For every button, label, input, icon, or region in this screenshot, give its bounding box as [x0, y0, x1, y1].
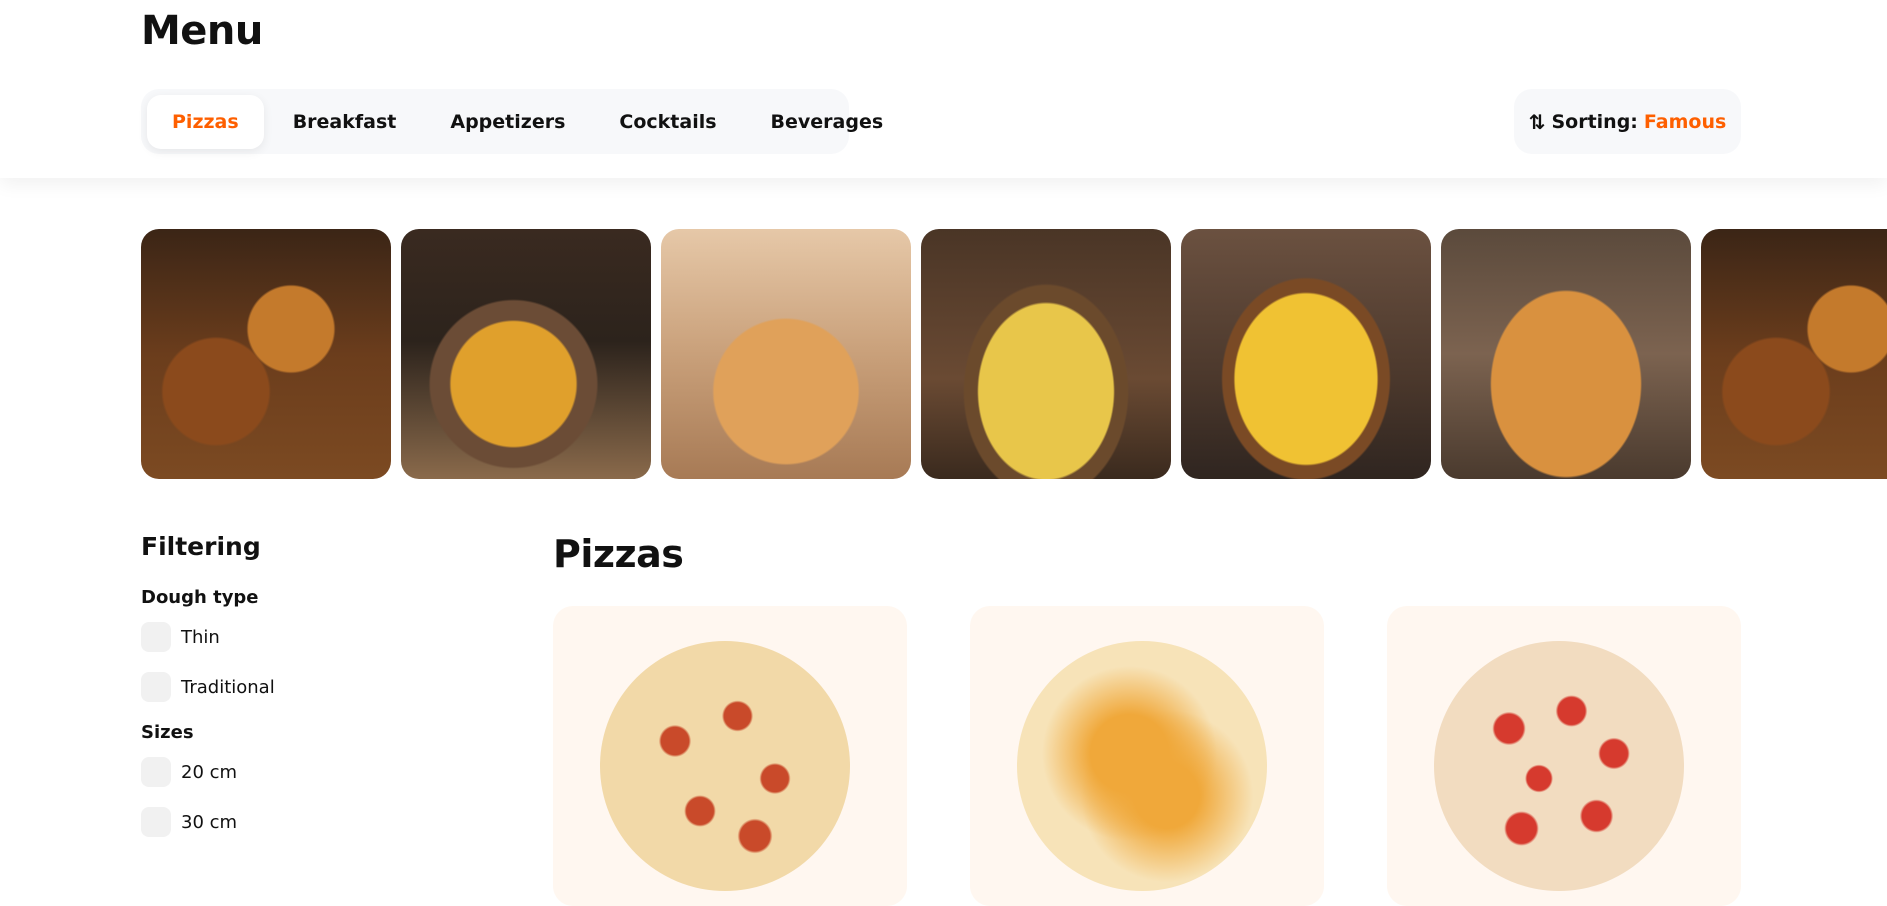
pizza-image: [1017, 641, 1267, 891]
pizza-card-3[interactable]: [1387, 606, 1741, 906]
section-title: Pizzas: [553, 532, 684, 576]
product-section: Pizzas: [553, 532, 1741, 906]
checkbox-label: 30 cm: [181, 811, 238, 833]
product-grid: [553, 606, 1741, 906]
sort-arrows-icon: ⇅: [1528, 109, 1546, 134]
filter-group-title: Dough type: [141, 587, 259, 608]
filter-option-thin[interactable]: Thin: [141, 622, 441, 652]
checkbox[interactable]: [141, 672, 171, 702]
filter-option-30cm[interactable]: 30 cm: [141, 807, 441, 837]
tab-appetizers[interactable]: Appetizers: [425, 95, 590, 149]
checkbox[interactable]: [141, 757, 171, 787]
filter-group-sizes: Sizes 20 cm 30 cm: [141, 722, 441, 837]
story-nuggets[interactable]: [401, 229, 651, 479]
pizza-card-2[interactable]: [970, 606, 1324, 906]
checkbox-label: 20 cm: [181, 761, 238, 783]
story-pastry-bites[interactable]: [661, 229, 911, 479]
tab-beverages[interactable]: Beverages: [746, 95, 909, 149]
filters-sidebar: Filtering Dough type Thin Traditional Si…: [141, 532, 441, 857]
story-mushroom-omelette[interactable]: [921, 229, 1171, 479]
pizza-image: [600, 641, 850, 891]
stories-carousel: [141, 229, 1887, 479]
sorting-button[interactable]: ⇅ Sorting: Famous: [1514, 89, 1741, 154]
tab-pizzas[interactable]: Pizzas: [147, 94, 264, 149]
tab-cocktails[interactable]: Cocktails: [594, 95, 741, 149]
filter-option-traditional[interactable]: Traditional: [141, 672, 441, 702]
story-pizza-slice[interactable]: [1441, 229, 1691, 479]
sorting-label: Sorting:: [1551, 110, 1638, 133]
checkbox-label: Traditional: [181, 676, 275, 698]
checkbox[interactable]: [141, 622, 171, 652]
filter-option-20cm[interactable]: 20 cm: [141, 757, 441, 787]
pizza-card-1[interactable]: [553, 606, 907, 906]
category-tabs: Pizzas Breakfast Appetizers Cocktails Be…: [141, 89, 883, 154]
tab-breakfast[interactable]: Breakfast: [268, 95, 422, 149]
story-burgers-2[interactable]: [1701, 229, 1887, 479]
filters-title: Filtering: [141, 532, 261, 561]
top-bar: Menu Pizzas Breakfast Appetizers Cocktai…: [0, 0, 1887, 178]
filter-group-dough: Dough type Thin Traditional: [141, 587, 441, 702]
page-title: Menu: [141, 8, 263, 54]
story-burgers[interactable]: [141, 229, 391, 479]
filter-group-title: Sizes: [141, 722, 194, 743]
checkbox-label: Thin: [181, 626, 220, 648]
pizza-image: [1434, 641, 1684, 891]
sorting-value: Famous: [1643, 110, 1727, 133]
checkbox[interactable]: [141, 807, 171, 837]
story-pepperoni-omelette[interactable]: [1181, 229, 1431, 479]
